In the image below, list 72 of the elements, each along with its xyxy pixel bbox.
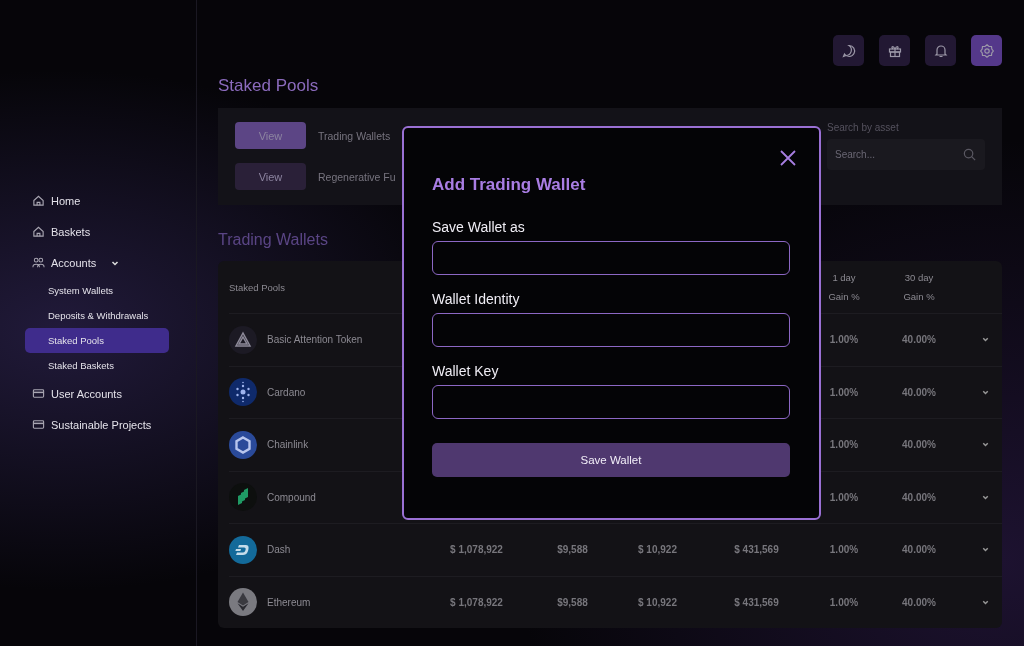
table-cell-text: 1.00%: [828, 386, 860, 398]
table-cell-text: 40.00%: [901, 386, 937, 398]
pool-name: Basic Attention Token: [267, 334, 363, 346]
pool-name: Chainlink: [267, 439, 309, 451]
table-cell-text: 1.00%: [828, 334, 860, 346]
search-label: Search by asset: [827, 122, 900, 133]
people-icon: [32, 256, 45, 269]
toolbar-button[interactable]: [879, 35, 910, 66]
dialog-title: Add Trading Wallet: [432, 175, 587, 195]
table-cell-text: 40.00%: [901, 439, 937, 451]
table-cell-text: 1.00%: [828, 439, 860, 451]
table-cell-text: $9,588: [556, 596, 589, 608]
column-header: 1 day Gain %: [827, 271, 861, 304]
field-label: Save Wallet as: [432, 219, 526, 235]
table-cell-text: $ 10,922: [637, 596, 678, 608]
sidebar-item[interactable]: Baskets: [25, 216, 169, 247]
sidebar-subitem[interactable]: System Wallets: [25, 278, 169, 303]
close-button[interactable]: [779, 149, 797, 167]
pool-label: Regenerative Fu: [318, 170, 396, 183]
input-field[interactable]: [432, 385, 790, 419]
table-cell-text: $ 1,078,922: [449, 544, 504, 556]
section-title: Trading Wallets: [218, 231, 329, 249]
toolbar-button[interactable]: [971, 35, 1002, 66]
sidebar-subitem[interactable]: Staked Pools: [25, 328, 169, 353]
table-cell-text: 40.00%: [901, 544, 937, 556]
save-button[interactable]: Save Wallet: [432, 443, 790, 477]
table-cell-text: 40.00%: [901, 596, 937, 608]
dotted-coin-icon: [229, 378, 257, 407]
sidebar-item[interactable]: User Accounts: [25, 378, 169, 409]
pool-name: Dash: [267, 544, 291, 556]
pool-name: Compound: [267, 491, 316, 503]
pool-label: Trading Wallets: [318, 129, 391, 142]
table-cell-text: 1.00%: [828, 596, 860, 608]
column-header: Staked Pools: [229, 281, 286, 293]
toolbar-button[interactable]: [833, 35, 864, 66]
column-header: 30 day Gain %: [902, 271, 936, 304]
toolbar-button[interactable]: [925, 35, 956, 66]
table-cell-text: $ 1,078,922: [449, 596, 504, 608]
field-label: Wallet Key: [432, 363, 500, 379]
field-label: Wallet Identity: [432, 291, 521, 307]
hexagon-coin-icon: [229, 430, 257, 459]
table-cell-text: 40.00%: [901, 334, 937, 346]
sidebar-subitem[interactable]: Staked Baskets: [25, 353, 169, 378]
sidebar-subitem[interactable]: Deposits & Withdrawals: [25, 303, 169, 328]
table-cell-text: 1.00%: [828, 544, 860, 556]
input-field[interactable]: [432, 313, 790, 347]
search-icon: [962, 147, 977, 162]
pool-name: Ethereum: [267, 596, 311, 608]
diamond-coin-icon: [229, 588, 257, 617]
pool-name: Cardano: [267, 386, 306, 398]
table-cell-text: $ 431,569: [733, 544, 780, 556]
page-title: Staked Pools: [218, 76, 320, 96]
sidebar-item[interactable]: Accounts: [25, 247, 169, 278]
table-cell-text: $ 10,922: [637, 544, 678, 556]
card-icon: [32, 418, 45, 431]
bell-icon: [932, 42, 949, 59]
dash-coin-icon: [229, 535, 257, 564]
close-icon: [779, 149, 797, 167]
triangle-coin-icon: [229, 325, 257, 354]
home-icon: [32, 225, 45, 238]
card-icon: [32, 387, 45, 400]
view-button[interactable]: View: [235, 163, 306, 190]
search-field[interactable]: Search...: [827, 139, 985, 170]
table-cell-text: $9,588: [556, 544, 589, 556]
table-cell-text: 1.00%: [828, 491, 860, 503]
table-cell-text: $ 431,569: [733, 596, 780, 608]
home-icon: [32, 194, 45, 207]
sidebar-item[interactable]: Sustainable Projects: [25, 409, 169, 440]
settings-icon: [978, 42, 995, 59]
sidebar-item[interactable]: Home: [25, 185, 169, 216]
input-field[interactable]: [432, 241, 790, 275]
table-cell-text: 40.00%: [901, 491, 937, 503]
